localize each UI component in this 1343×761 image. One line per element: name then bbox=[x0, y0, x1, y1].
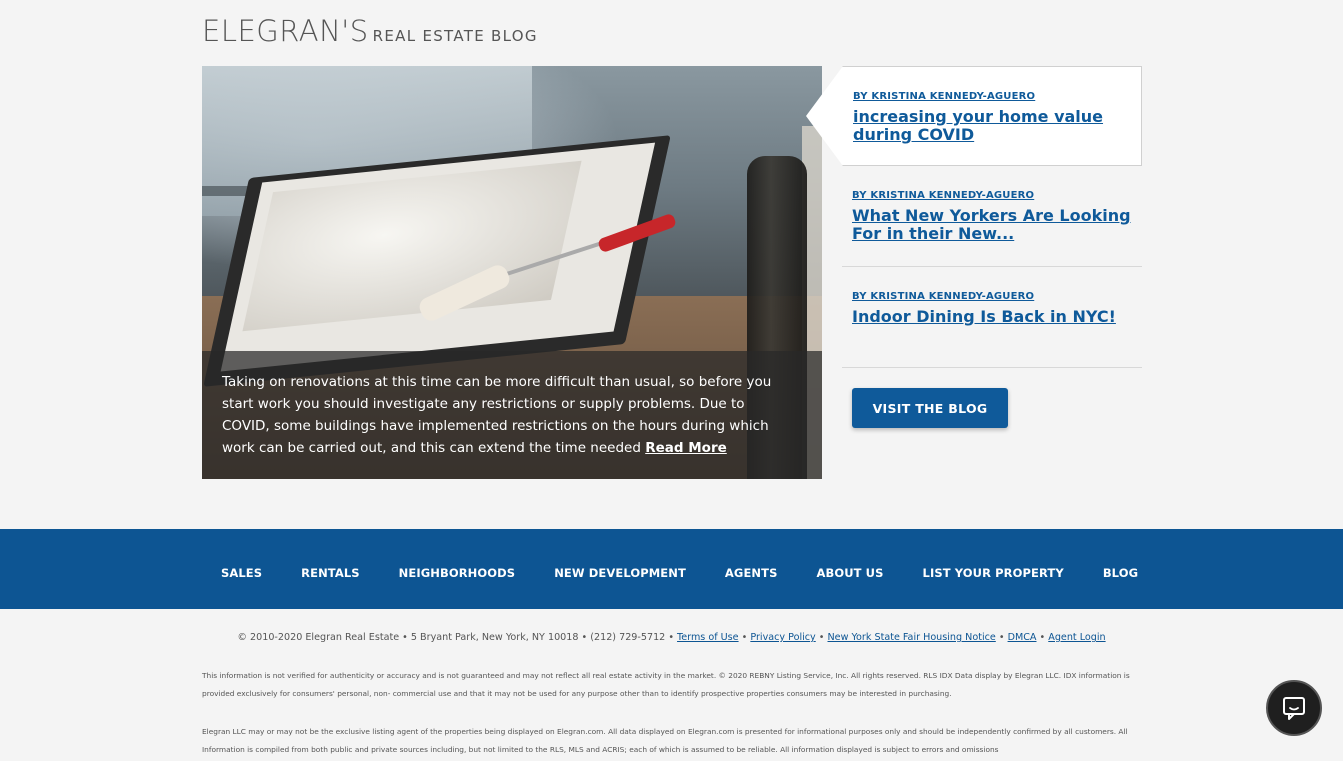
post-item-active[interactable]: BY KRISTINA KENNEDY-AGUERO increasing yo… bbox=[806, 66, 1142, 166]
blog-header: ELEGRAN'S REAL ESTATE BLOG bbox=[202, 14, 538, 48]
brand-subtitle[interactable]: REAL ESTATE BLOG bbox=[373, 27, 538, 45]
chat-button[interactable] bbox=[1266, 680, 1322, 736]
chat-bubble-icon bbox=[1283, 697, 1305, 720]
agent-login-link[interactable]: Agent Login bbox=[1048, 632, 1105, 643]
post-list: BY KRISTINA KENNEDY-AGUERO increasing yo… bbox=[806, 66, 1142, 368]
brand-name[interactable]: ELEGRAN'S bbox=[202, 14, 369, 48]
post-title[interactable]: What New Yorkers Are Looking For in thei… bbox=[852, 207, 1132, 243]
copyright-text: © 2010-2020 Elegran Real Estate • 5 Brya… bbox=[237, 632, 674, 643]
post-item[interactable]: BY KRISTINA KENNEDY-AGUERO What New York… bbox=[842, 166, 1142, 267]
privacy-link[interactable]: Privacy Policy bbox=[750, 632, 815, 643]
read-more-link[interactable]: Read More bbox=[645, 440, 727, 456]
dmca-link[interactable]: DMCA bbox=[1008, 632, 1037, 643]
footer-nav-about-us[interactable]: ABOUT US bbox=[816, 566, 883, 580]
footer-nav-new-development[interactable]: NEW DEVELOPMENT bbox=[554, 566, 686, 580]
footer-nav: SALES RENTALS NEIGHBORHOODS NEW DEVELOPM… bbox=[0, 529, 1343, 609]
post-author[interactable]: BY KRISTINA KENNEDY-AGUERO bbox=[852, 190, 1132, 201]
footer-nav-list-your-property[interactable]: LIST YOUR PROPERTY bbox=[923, 566, 1064, 580]
footer-info: © 2010-2020 Elegran Real Estate • 5 Brya… bbox=[237, 632, 1106, 643]
footer-nav-neighborhoods[interactable]: NEIGHBORHOODS bbox=[399, 566, 516, 580]
post-item[interactable]: BY KRISTINA KENNEDY-AGUERO Indoor Dining… bbox=[842, 267, 1142, 368]
post-author[interactable]: BY KRISTINA KENNEDY-AGUERO bbox=[852, 291, 1132, 302]
visit-blog-button[interactable]: VISIT THE BLOG bbox=[852, 388, 1008, 428]
footer-nav-blog[interactable]: BLOG bbox=[1103, 566, 1138, 580]
post-author[interactable]: BY KRISTINA KENNEDY-AGUERO bbox=[853, 91, 1131, 102]
disclaimer-elegran: Elegran LLC may or may not be the exclus… bbox=[202, 727, 1128, 754]
post-title[interactable]: Indoor Dining Is Back in NYC! bbox=[852, 308, 1132, 326]
footer-nav-rentals[interactable]: RENTALS bbox=[301, 566, 360, 580]
hero-caption: Taking on renovations at this time can b… bbox=[202, 351, 822, 479]
footer-nav-sales[interactable]: SALES bbox=[221, 566, 262, 580]
terms-link[interactable]: Terms of Use bbox=[677, 632, 739, 643]
footer-nav-agents[interactable]: AGENTS bbox=[725, 566, 778, 580]
hero-image[interactable]: Taking on renovations at this time can b… bbox=[202, 66, 822, 479]
disclaimer-rebny: This information is not verified for aut… bbox=[202, 671, 1130, 698]
post-title[interactable]: increasing your home value during COVID bbox=[853, 108, 1131, 144]
fair-housing-link[interactable]: New York State Fair Housing Notice bbox=[828, 632, 996, 643]
